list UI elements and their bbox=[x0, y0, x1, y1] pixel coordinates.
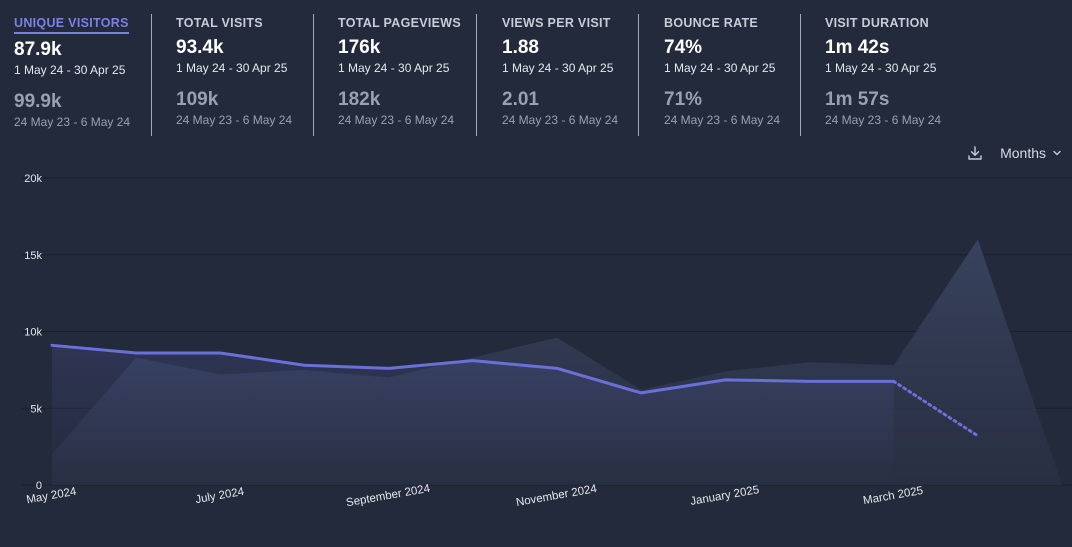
x-tick-label: January 2025 bbox=[689, 484, 760, 508]
y-tick-label: 5k bbox=[30, 403, 42, 415]
y-tick-label: 10k bbox=[24, 327, 42, 339]
visitors-area bbox=[52, 345, 894, 485]
x-tick-label: March 2025 bbox=[862, 485, 924, 507]
visitors-chart: 20k 15k 10k 5k 0 May 2024 July 2024 September … bbox=[22, 173, 1072, 510]
y-tick-label: 0 bbox=[36, 480, 42, 492]
x-tick-label: May 2024 bbox=[26, 486, 78, 507]
y-tick-label: 20k bbox=[24, 173, 42, 185]
y-tick-label: 15k bbox=[24, 250, 42, 262]
x-tick-label: November 2024 bbox=[515, 483, 598, 509]
x-tick-label: September 2024 bbox=[345, 483, 431, 510]
x-tick-label: July 2024 bbox=[195, 486, 246, 506]
